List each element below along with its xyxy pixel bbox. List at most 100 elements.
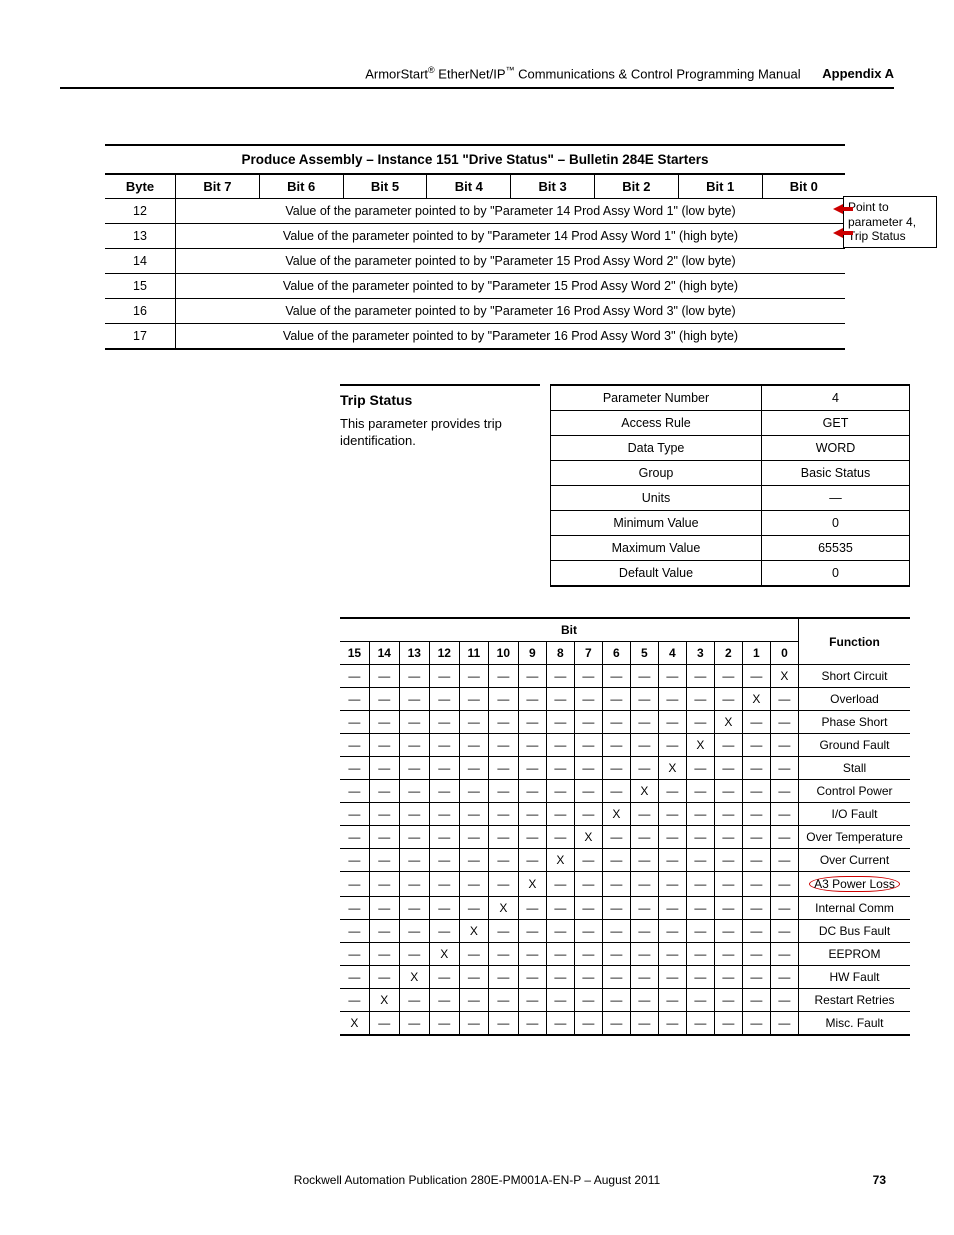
t3-bit-cell: — xyxy=(742,757,770,780)
t3-bit-cell: X xyxy=(546,849,574,872)
t1-byte-cell: 12 xyxy=(105,199,176,224)
t3-bit-cell: — xyxy=(546,826,574,849)
t3-bit-cell: — xyxy=(518,943,546,966)
table-row: 13Value of the parameter pointed to by "… xyxy=(105,224,845,249)
table-row: Access RuleGET xyxy=(551,411,910,436)
t3-bit-cell: — xyxy=(546,734,574,757)
table-row: ———————X————————Over Current xyxy=(340,849,910,872)
t3-bit-cell: — xyxy=(399,665,429,688)
t3-bit-cell: — xyxy=(369,803,399,826)
t3-bit-cell: — xyxy=(574,920,602,943)
t3-bit-cell: — xyxy=(399,989,429,1012)
t3-bit-cell: — xyxy=(518,780,546,803)
table-row: —————————————X——Phase Short xyxy=(340,711,910,734)
t3-bit-header: 4 xyxy=(658,642,686,665)
t3-bit-cell: — xyxy=(399,688,429,711)
t3-bit-cell: — xyxy=(770,849,798,872)
t3-bit-cell: — xyxy=(714,826,742,849)
t3-bit-cell: — xyxy=(518,1012,546,1036)
t3-bit-cell: — xyxy=(630,734,658,757)
table-row: Maximum Value65535 xyxy=(551,536,910,561)
t3-bit-cell: X xyxy=(340,1012,369,1036)
t3-bit-cell: — xyxy=(714,989,742,1012)
table-row: ————————X———————Over Temperature xyxy=(340,826,910,849)
produce-assembly-table: Produce Assembly – Instance 151 "Drive S… xyxy=(105,144,845,350)
table-row: Parameter Number4 xyxy=(551,385,910,411)
t3-bit-cell: — xyxy=(714,943,742,966)
bit-table-wrap: Bit Function 1514131211109876543210 ————… xyxy=(340,617,910,1036)
t3-func-cell: Control Power xyxy=(799,780,911,803)
table-row: 16Value of the parameter pointed to by "… xyxy=(105,299,845,324)
table-row: ————X———————————DC Bus Fault xyxy=(340,920,910,943)
t3-bit-cell: — xyxy=(488,872,518,897)
t3-bit-cell: — xyxy=(399,1012,429,1036)
header-appendix: Appendix A xyxy=(822,66,894,81)
t3-bit-cell: — xyxy=(574,757,602,780)
t3-bit-cell: — xyxy=(574,989,602,1012)
t3-bit-cell: — xyxy=(546,688,574,711)
t3-bit-cell: — xyxy=(686,826,714,849)
t1-header-row: Byte Bit 7 Bit 6 Bit 5 Bit 4 Bit 3 Bit 2… xyxy=(105,175,845,199)
t3-bit-cell: X xyxy=(686,734,714,757)
t3-bit-cell: — xyxy=(340,897,369,920)
t3-bit-cell: — xyxy=(488,826,518,849)
t3-bit-cell: — xyxy=(686,780,714,803)
t3-bit-cell: — xyxy=(574,1012,602,1036)
t3-bit-header: 2 xyxy=(714,642,742,665)
t3-bit-cell: — xyxy=(369,920,399,943)
table-row: Units— xyxy=(551,486,910,511)
t3-bit-header: 1 xyxy=(742,642,770,665)
t3-bit-cell: — xyxy=(429,989,459,1012)
t3-bit-cell: — xyxy=(742,943,770,966)
trip-status-desc: This parameter provides trip identificat… xyxy=(340,416,540,450)
t3-bit-cell: — xyxy=(429,757,459,780)
t3-head-row1: Bit Function xyxy=(340,618,910,642)
t2-cell: Access Rule xyxy=(551,411,762,436)
t3-bit-header: 8 xyxy=(546,642,574,665)
t3-bit-cell: — xyxy=(686,757,714,780)
t3-bit-cell: — xyxy=(686,897,714,920)
t3-bit-cell: — xyxy=(546,989,574,1012)
t3-bit-cell: — xyxy=(546,780,574,803)
t3-bit-cell: — xyxy=(658,711,686,734)
t3-bit-cell: — xyxy=(770,989,798,1012)
t3-bit-cell: — xyxy=(429,872,459,897)
t3-bit-cell: — xyxy=(518,757,546,780)
t3-bit-cell: — xyxy=(658,989,686,1012)
t3-bit-cell: — xyxy=(770,826,798,849)
table-row: X———————————————Misc. Fault xyxy=(340,1012,910,1036)
t1-h-b5: Bit 5 xyxy=(343,175,427,199)
t3-bit-cell: — xyxy=(429,849,459,872)
t3-bit-cell: — xyxy=(742,826,770,849)
table-row: —————X——————————Internal Comm xyxy=(340,897,910,920)
t3-bit-cell: — xyxy=(518,826,546,849)
t3-func-cell: Phase Short xyxy=(799,711,911,734)
table-row: 15Value of the parameter pointed to by "… xyxy=(105,274,845,299)
callout-arrow-icon xyxy=(833,228,853,236)
trip-status-left: Trip Status This parameter provides trip… xyxy=(340,384,550,450)
t3-bit-cell: — xyxy=(658,849,686,872)
t3-bit-cell: — xyxy=(429,1012,459,1036)
t3-bit-cell: — xyxy=(459,966,488,989)
t2-cell: Default Value xyxy=(551,561,762,587)
header-rest: Communications & Control Programming Man… xyxy=(515,66,801,81)
t1-desc-cell: Value of the parameter pointed to by "Pa… xyxy=(176,199,846,224)
t3-bit-cell: — xyxy=(770,711,798,734)
table-row: ————————————X———Ground Fault xyxy=(340,734,910,757)
t2-cell: Parameter Number xyxy=(551,385,762,411)
t3-bit-cell: — xyxy=(340,849,369,872)
t3-bit-cell: — xyxy=(630,665,658,688)
t3-bit-cell: — xyxy=(369,943,399,966)
t3-bit-cell: — xyxy=(369,849,399,872)
t3-bit-header: 13 xyxy=(399,642,429,665)
t3-bit-cell: X xyxy=(742,688,770,711)
t3-bit-cell: — xyxy=(546,943,574,966)
t3-bit-cell: — xyxy=(518,849,546,872)
t3-bit-cell: — xyxy=(369,665,399,688)
t3-func-cell: Ground Fault xyxy=(799,734,911,757)
t2-cell: 65535 xyxy=(761,536,909,561)
t2-cell: — xyxy=(761,486,909,511)
t3-bit-cell: — xyxy=(714,1012,742,1036)
t3-bit-cell: — xyxy=(546,803,574,826)
t3-bit-cell: — xyxy=(518,803,546,826)
